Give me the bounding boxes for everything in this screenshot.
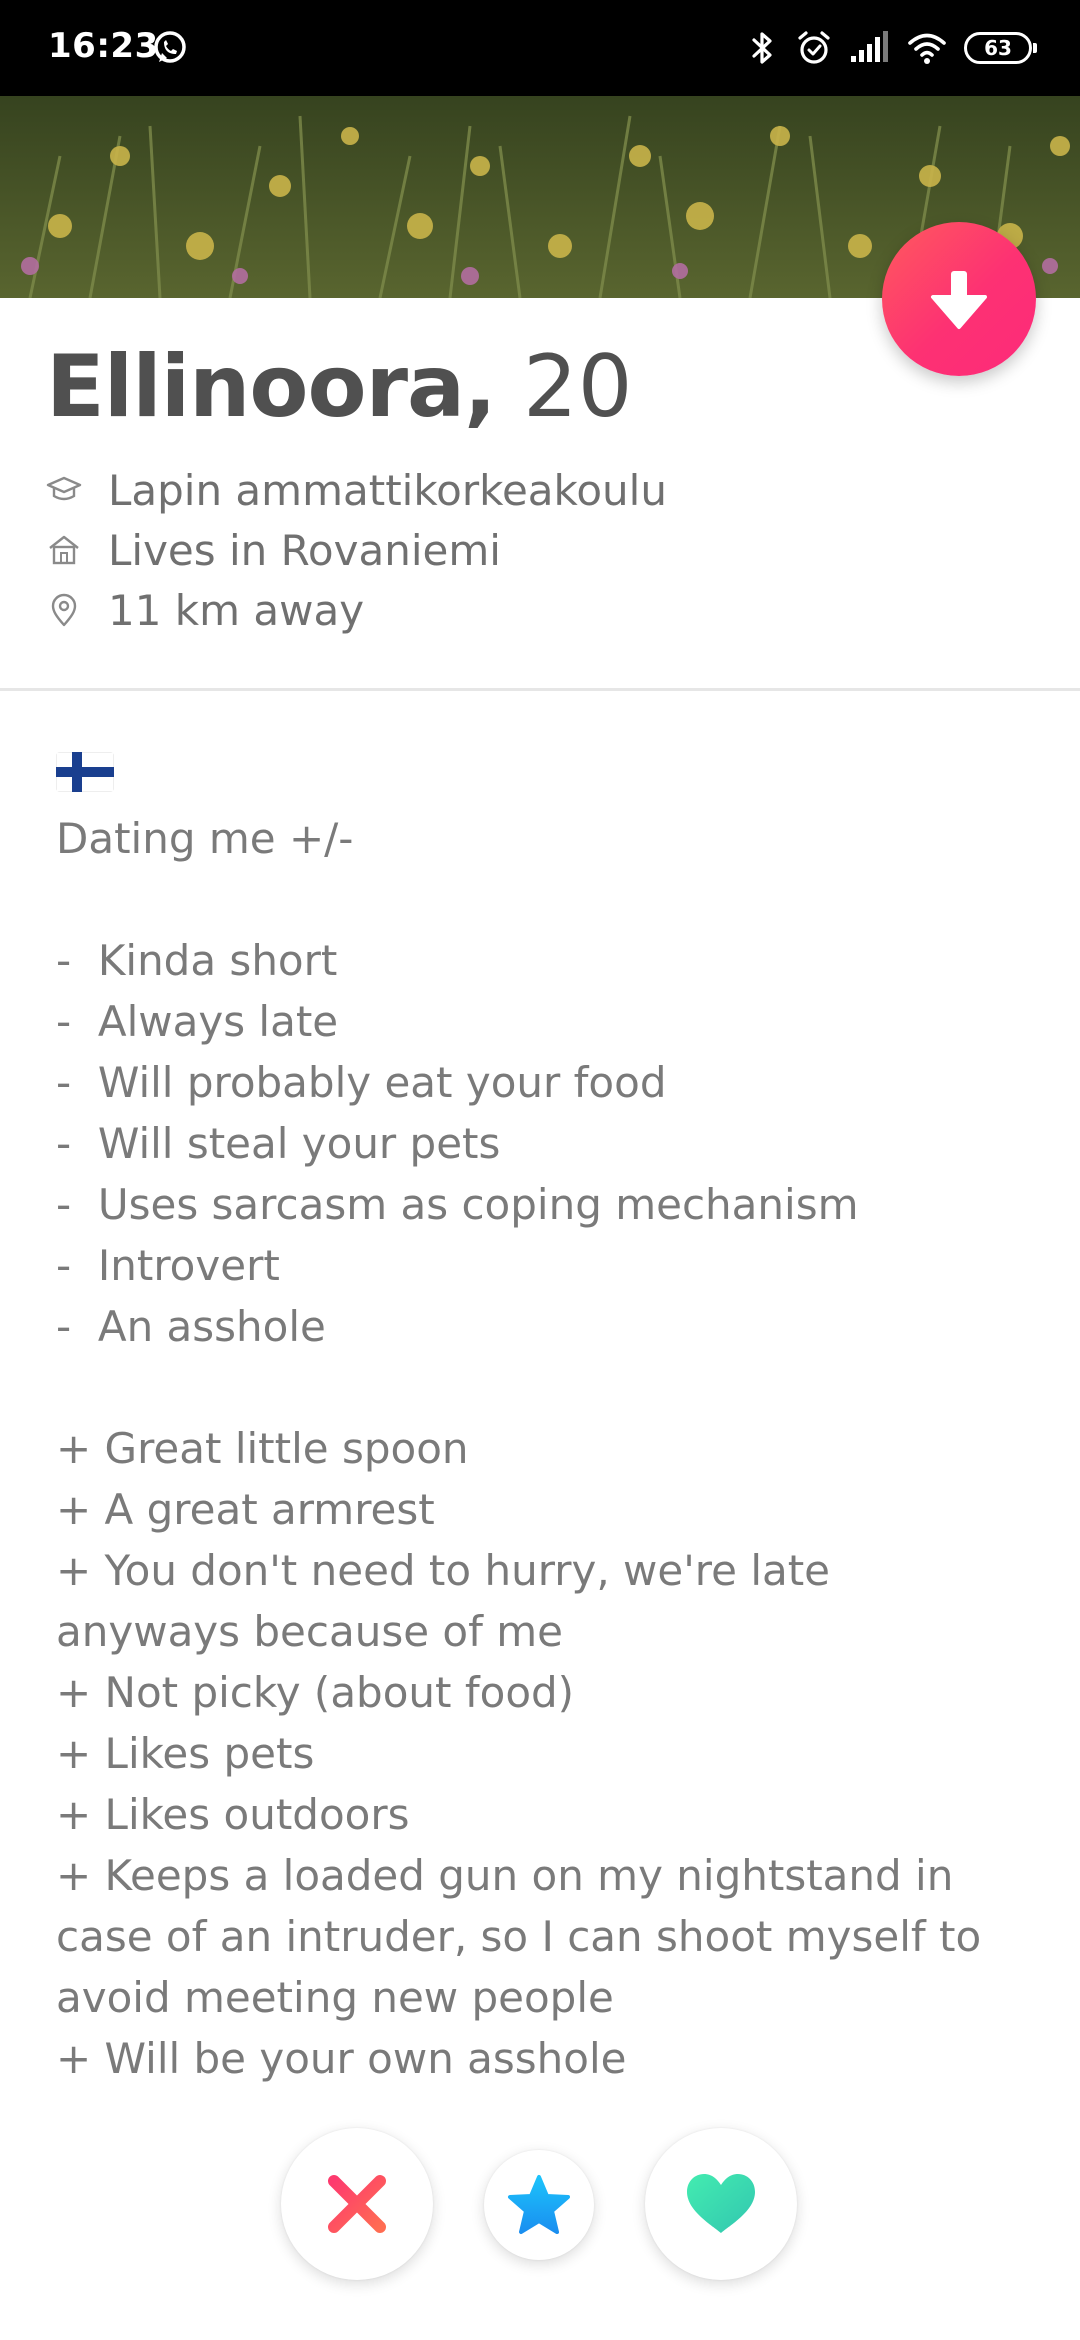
bio-line: + Likes pets bbox=[56, 1729, 315, 1778]
nope-button[interactable] bbox=[281, 2128, 433, 2280]
bio-line: - Introvert bbox=[56, 1241, 280, 1290]
bio-line: + Will be your own asshole bbox=[56, 2034, 627, 2083]
divider bbox=[0, 688, 1080, 691]
profile-name: Ellinoora, bbox=[46, 337, 497, 437]
school-row: Lapin ammattikorkeakoulu bbox=[46, 465, 667, 515]
alarm-icon bbox=[798, 31, 830, 64]
bio-line: - Will probably eat your food bbox=[56, 1058, 667, 1107]
profile-name-age: Ellinoora, 20 bbox=[46, 344, 632, 430]
bio-text: Dating me +/- - Kinda short - Always late -… bbox=[56, 808, 1046, 2089]
bio-line: - Uses sarcasm as coping mechanism bbox=[56, 1180, 859, 1229]
bio-line: + You don't need to hurry, we're late bbox=[56, 1546, 831, 1595]
bluetooth-icon bbox=[752, 32, 772, 64]
bio-line: case of an intruder, so I can shoot myse… bbox=[56, 1912, 982, 1961]
bio-line: anyways because of me bbox=[56, 1607, 563, 1656]
bio-line: - An asshole bbox=[56, 1302, 326, 1351]
bio-line: + A great armrest bbox=[56, 1485, 435, 1534]
distance-row: 11 km away bbox=[46, 585, 364, 635]
super-like-button[interactable] bbox=[484, 2150, 594, 2260]
wifi-icon bbox=[908, 33, 946, 64]
heart-icon bbox=[687, 2174, 755, 2233]
bio-line: + Great little spoon bbox=[56, 1424, 469, 1473]
profile-age: 20 bbox=[523, 337, 633, 437]
bio-line: + Likes outdoors bbox=[56, 1790, 410, 1839]
close-card-button[interactable] bbox=[882, 222, 1036, 376]
home-icon bbox=[49, 535, 79, 565]
bio-line bbox=[56, 869, 1046, 930]
school-text: Lapin ammattikorkeakoulu bbox=[108, 465, 667, 515]
bio-line: - Always late bbox=[56, 997, 339, 1046]
status-icons: 63 bbox=[744, 24, 1037, 72]
lives-in-text: Lives in Rovaniemi bbox=[108, 525, 501, 575]
signal-icon bbox=[851, 31, 888, 62]
location-pin-icon bbox=[51, 593, 77, 627]
like-button[interactable] bbox=[645, 2128, 797, 2280]
bio-line bbox=[56, 1357, 1046, 1418]
battery-icon: 63 bbox=[964, 32, 1037, 64]
bio-line: - Will steal your pets bbox=[56, 1119, 501, 1168]
lives-in-row: Lives in Rovaniemi bbox=[46, 525, 501, 575]
bio-line: + Keeps a loaded gun on my nightstand in bbox=[56, 1851, 954, 1900]
finland-flag bbox=[56, 752, 114, 792]
star-icon bbox=[508, 2175, 570, 2234]
distance-text: 11 km away bbox=[108, 585, 365, 635]
bio-line: avoid meeting new people bbox=[56, 1973, 614, 2022]
bio-line: Dating me +/- bbox=[56, 814, 354, 863]
graduation-cap-icon bbox=[46, 476, 82, 501]
x-icon bbox=[328, 2175, 386, 2233]
whatsapp-icon bbox=[154, 31, 186, 63]
bio-line: + Not picky (about food) bbox=[56, 1668, 575, 1717]
bio-line: - Kinda short bbox=[56, 936, 338, 985]
arrow-down-icon bbox=[931, 271, 987, 329]
status-time: 16:23 bbox=[48, 26, 159, 66]
status-bar: 16:23 63 bbox=[0, 0, 1080, 96]
battery-level: 63 bbox=[984, 36, 1012, 60]
